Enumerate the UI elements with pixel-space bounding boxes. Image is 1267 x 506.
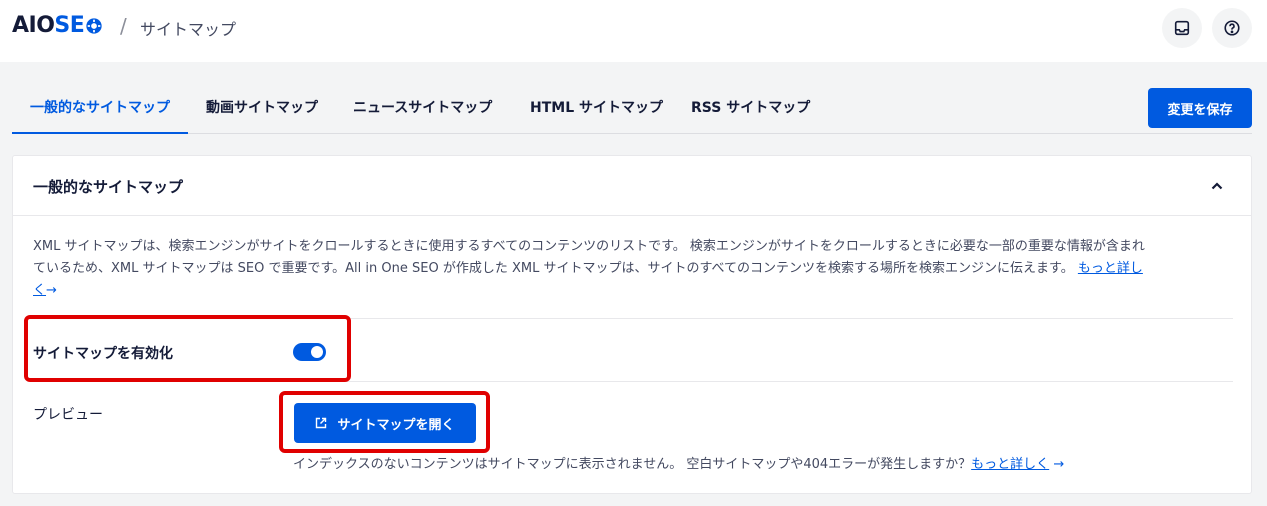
description-line-2: ているため、XML サイトマップは SEO で重要です。All in One S… — [33, 261, 1074, 276]
top-bar: AIO SE / サイトマップ — [0, 0, 1267, 62]
tab-rss-sitemap[interactable]: RSS サイトマップ — [691, 84, 810, 134]
help-button[interactable] — [1212, 8, 1252, 48]
chevron-up-icon[interactable] — [1209, 178, 1225, 194]
enable-sitemap-toggle[interactable] — [293, 343, 326, 361]
aioseo-logo: AIO SE — [12, 13, 103, 39]
open-sitemap-label: サイトマップを開く — [337, 417, 455, 433]
note-text: インデックスのないコンテンツはサイトマップに表示されません。 空白サイトマップや… — [293, 457, 972, 472]
sitemap-description: XML サイトマップは、検索エンジンがサイトをクロールするときに使用するすべての… — [33, 236, 1233, 302]
divider — [33, 318, 1233, 319]
tab-general-sitemap[interactable]: 一般的なサイトマップ — [12, 84, 188, 134]
note-arrow: → — [1053, 457, 1065, 472]
logo-aio-text: AIO — [12, 13, 55, 38]
preview-label: プレビュー — [33, 407, 103, 423]
notifications-button[interactable] — [1162, 8, 1202, 48]
tab-html-sitemap[interactable]: HTML サイトマップ — [530, 84, 663, 134]
inbox-icon — [1174, 20, 1190, 36]
logo-seo-text: SE — [54, 13, 85, 38]
page-title: サイトマップ — [140, 20, 237, 39]
breadcrumb-separator: / — [120, 14, 127, 38]
logo-gear-icon — [86, 18, 102, 34]
open-sitemap-button[interactable]: サイトマップを開く — [294, 403, 476, 443]
description-line-1: XML サイトマップは、検索エンジンがサイトをクロールするときに使用するすべての… — [33, 239, 1145, 254]
learn-more-link[interactable]: もっと詳し — [1078, 261, 1143, 276]
tab-news-sitemap[interactable]: ニュースサイトマップ — [353, 84, 492, 134]
note-learn-more-link[interactable]: もっと詳しく — [971, 457, 1049, 472]
save-changes-button[interactable]: 変更を保存 — [1148, 88, 1252, 128]
external-link-icon — [316, 417, 327, 429]
enable-sitemap-label: サイトマップを有効化 — [33, 346, 173, 362]
learn-more-link-wrap[interactable]: く — [33, 283, 46, 298]
tab-video-sitemap[interactable]: 動画サイトマップ — [206, 84, 318, 134]
toggle-knob — [311, 346, 323, 358]
learn-more-arrow: → — [46, 283, 57, 298]
card-header[interactable]: 一般的なサイトマップ — [13, 156, 1251, 216]
divider — [33, 381, 1233, 382]
index-note: インデックスのないコンテンツはサイトマップに表示されません。 空白サイトマップや… — [293, 453, 1064, 472]
sitemap-tabs: 一般的なサイトマップ 動画サイトマップ ニュースサイトマップ HTML サイトマ… — [12, 84, 1252, 134]
help-icon — [1224, 20, 1240, 36]
general-sitemap-card: 一般的なサイトマップ XML サイトマップは、検索エンジンがサイトをクロールする… — [12, 155, 1252, 494]
card-title: 一般的なサイトマップ — [33, 178, 184, 196]
